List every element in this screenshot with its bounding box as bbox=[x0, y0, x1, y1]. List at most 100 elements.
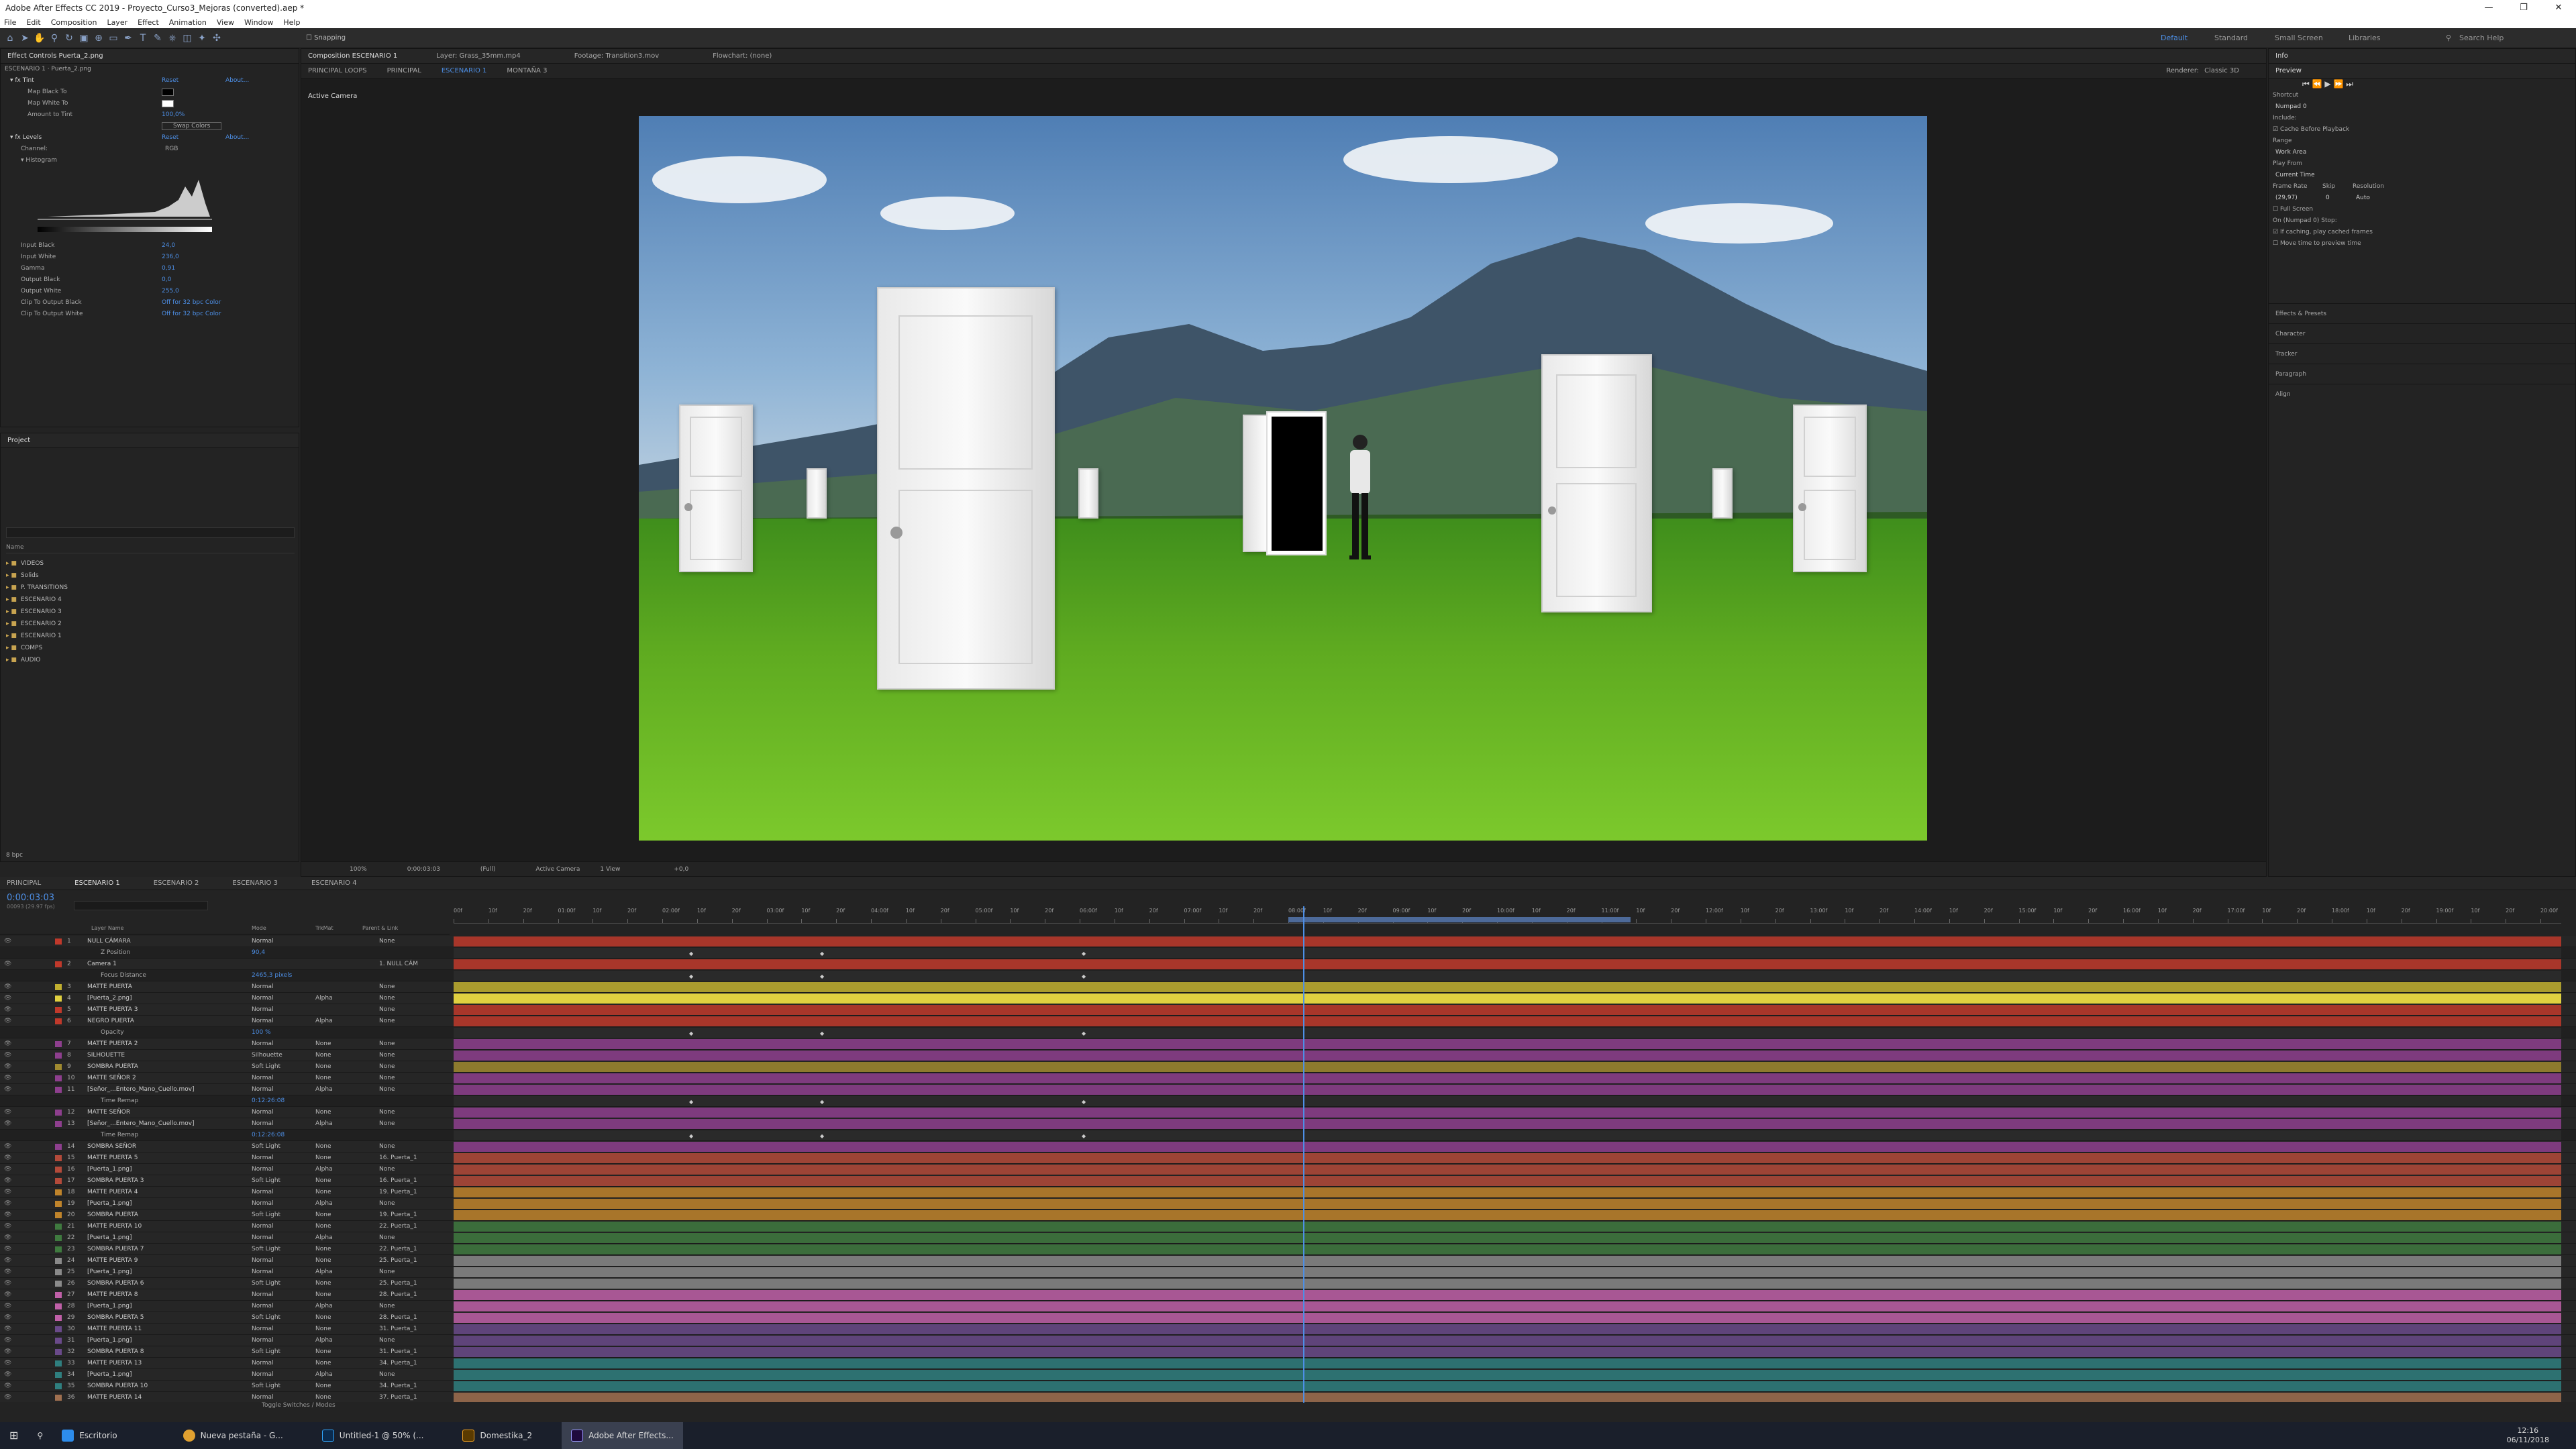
roto-brush-tool-icon[interactable]: ✦ bbox=[196, 32, 208, 44]
layer-parent[interactable]: None bbox=[379, 936, 395, 947]
layer-name[interactable]: MATTE SEÑOR bbox=[87, 1107, 130, 1118]
workspace-small-screen[interactable]: Small Screen bbox=[2275, 34, 2323, 42]
tracker-panel[interactable]: Tracker bbox=[2269, 343, 2575, 364]
visibility-eye-icon[interactable]: 👁 bbox=[4, 1394, 11, 1401]
menu-layer[interactable]: Layer bbox=[107, 18, 127, 27]
layer-duration-bar[interactable] bbox=[454, 1005, 2561, 1015]
layer-row[interactable]: 👁 10 MATTE SEÑOR 2 Normal None None bbox=[0, 1073, 2576, 1084]
layer-mode[interactable]: Normal bbox=[252, 1004, 274, 1016]
visibility-eye-icon[interactable]: 👁 bbox=[4, 1383, 11, 1389]
project-folder[interactable]: ▸ ■ COMPS bbox=[6, 642, 68, 654]
layer-parent[interactable]: None bbox=[379, 981, 395, 993]
project-search-input[interactable] bbox=[6, 527, 295, 538]
layer-trkmat[interactable]: None bbox=[315, 1175, 331, 1187]
layer-duration-bar[interactable] bbox=[454, 1073, 2561, 1083]
label-color-swatch[interactable] bbox=[55, 1178, 62, 1184]
label-color-swatch[interactable] bbox=[55, 1155, 62, 1161]
layer-parent[interactable]: 25. Puerta_1 bbox=[379, 1255, 417, 1267]
visibility-eye-icon[interactable]: 👁 bbox=[4, 1063, 11, 1070]
layer-name[interactable]: SOMBRA PUERTA 5 bbox=[87, 1312, 144, 1324]
layer-name[interactable]: [Puerta_1.png] bbox=[87, 1369, 132, 1381]
project-folder[interactable]: ▸ ■ VIDEOS bbox=[6, 557, 68, 570]
layer-name[interactable]: MATTE PUERTA 2 bbox=[87, 1038, 138, 1050]
layer-row[interactable]: 👁 32 SOMBRA PUERTA 8 Soft Light None 31. Puer… bbox=[0, 1346, 2576, 1358]
last-frame-icon[interactable]: ⏭ bbox=[2346, 79, 2353, 89]
label-color-swatch[interactable] bbox=[55, 1041, 62, 1047]
visibility-eye-icon[interactable]: 👁 bbox=[4, 1086, 11, 1093]
layer-row[interactable]: 👁 23 SOMBRA PUERTA 7 Soft Light None 22. Puer… bbox=[0, 1244, 2576, 1255]
layer-duration-bar[interactable] bbox=[454, 1336, 2561, 1346]
layer-parent[interactable]: 31. Puerta_1 bbox=[379, 1324, 417, 1335]
layer-mode[interactable]: Normal bbox=[252, 1358, 274, 1369]
layer-trkmat[interactable]: Alpha bbox=[315, 1016, 333, 1027]
layer-trkmat[interactable]: None bbox=[315, 1221, 331, 1232]
layer-row[interactable]: 👁 26 SOMBRA PUERTA 6 Soft Light None 25. Puer… bbox=[0, 1278, 2576, 1289]
layer-parent[interactable]: None bbox=[379, 1061, 395, 1073]
rotate-tool-icon[interactable]: ↻ bbox=[63, 32, 75, 44]
property-row[interactable]: Opacity 100 % ◆ ◆ ◆ bbox=[0, 1027, 2576, 1038]
pan-behind-tool-icon[interactable]: ⊕ bbox=[93, 32, 105, 44]
layer-row[interactable]: 👁 28 [Puerta_1.png] Normal Alpha None bbox=[0, 1301, 2576, 1312]
visibility-eye-icon[interactable]: 👁 bbox=[4, 1348, 11, 1355]
layer-parent[interactable]: 22. Puerta_1 bbox=[379, 1221, 417, 1232]
layer-trkmat[interactable]: Alpha bbox=[315, 1164, 333, 1175]
keyframe-icon[interactable]: ◆ bbox=[1082, 1030, 1086, 1036]
layer-duration-bar[interactable] bbox=[454, 1187, 2561, 1197]
effect-controls-tab[interactable]: Effect Controls Puerta_2.png bbox=[1, 49, 299, 64]
project-name-column[interactable]: Name bbox=[6, 544, 295, 553]
restore-icon[interactable]: ❐ bbox=[2506, 0, 2541, 16]
layer-name[interactable]: MATTE PUERTA bbox=[87, 981, 132, 993]
zoom-select[interactable]: 100% bbox=[350, 862, 367, 876]
visibility-eye-icon[interactable]: 👁 bbox=[4, 1212, 11, 1218]
visibility-eye-icon[interactable]: 👁 bbox=[4, 983, 11, 990]
visibility-eye-icon[interactable]: 👁 bbox=[4, 1291, 11, 1298]
first-frame-icon[interactable]: ⏮ bbox=[2302, 79, 2310, 89]
layer-parent[interactable]: None bbox=[379, 1050, 395, 1061]
layer-name[interactable]: SOMBRA PUERTA 7 bbox=[87, 1244, 144, 1255]
layer-duration-bar[interactable] bbox=[454, 1301, 2561, 1311]
workspace-default[interactable]: Default bbox=[2161, 34, 2187, 42]
layer-duration-bar[interactable] bbox=[454, 1381, 2561, 1391]
paragraph-panel[interactable]: Paragraph bbox=[2269, 364, 2575, 384]
visibility-eye-icon[interactable]: 👁 bbox=[4, 1143, 11, 1150]
layer-parent[interactable]: 34. Puerta_1 bbox=[379, 1381, 417, 1392]
levels-prop-value[interactable]: Off for 32 bpc Color bbox=[162, 309, 221, 320]
layer-name[interactable]: SILHOUETTE bbox=[87, 1050, 125, 1061]
visibility-eye-icon[interactable]: 👁 bbox=[4, 1120, 11, 1127]
exposure-value[interactable]: +0,0 bbox=[674, 862, 688, 876]
clone-stamp-tool-icon[interactable]: ⎈ bbox=[166, 32, 178, 44]
layer-duration-bar[interactable] bbox=[454, 1267, 2561, 1277]
layer-duration-bar[interactable] bbox=[454, 1039, 2561, 1049]
layer-parent[interactable]: None bbox=[379, 1016, 395, 1027]
keyframe-icon[interactable]: ◆ bbox=[1082, 951, 1086, 957]
label-color-swatch[interactable] bbox=[55, 938, 62, 945]
snapping-toggle[interactable]: ☐ Snapping bbox=[306, 34, 346, 42]
layer-trkmat[interactable]: Alpha bbox=[315, 1335, 333, 1346]
layer-mode[interactable]: Soft Light bbox=[252, 1061, 280, 1073]
layer-mode[interactable]: 0:12:26:08 bbox=[252, 1130, 285, 1141]
layer-parent[interactable]: None bbox=[379, 1267, 395, 1278]
layer-duration-bar[interactable] bbox=[454, 1199, 2561, 1209]
frame-rate-select[interactable]: (29,97) bbox=[2275, 195, 2298, 201]
layer-duration-bar[interactable] bbox=[454, 1085, 2561, 1095]
view-layout-select[interactable]: 1 View bbox=[600, 862, 620, 876]
label-color-swatch[interactable] bbox=[55, 1167, 62, 1173]
menu-view[interactable]: View bbox=[217, 18, 234, 27]
layer-trkmat[interactable]: None bbox=[315, 1141, 331, 1152]
layer-parent[interactable]: None bbox=[379, 1073, 395, 1084]
layer-name[interactable]: MATTE PUERTA 3 bbox=[87, 1004, 138, 1016]
layer-mode[interactable]: Soft Light bbox=[252, 1346, 280, 1358]
visibility-eye-icon[interactable]: 👁 bbox=[4, 1269, 11, 1275]
layer-trkmat[interactable]: Alpha bbox=[315, 1301, 333, 1312]
layer-parent[interactable]: 28. Puerta_1 bbox=[379, 1312, 417, 1324]
breadcrumb-principal[interactable]: PRINCIPAL bbox=[387, 64, 421, 78]
layer-row[interactable]: 👁 3 MATTE PUERTA Normal None bbox=[0, 981, 2576, 993]
layer-parent[interactable]: None bbox=[379, 1369, 395, 1381]
layer-duration-bar[interactable] bbox=[454, 1358, 2561, 1368]
zoom-tool-icon[interactable]: ⚲ bbox=[48, 32, 60, 44]
layer-row[interactable]: 👁 27 MATTE PUERTA 8 Normal None 28. Puerta_1 bbox=[0, 1289, 2576, 1301]
label-color-swatch[interactable] bbox=[55, 1303, 62, 1309]
layer-trkmat[interactable]: Alpha bbox=[315, 1084, 333, 1095]
layer-parent[interactable]: 19. Puerta_1 bbox=[379, 1210, 417, 1221]
layer-duration-bar[interactable] bbox=[454, 1051, 2561, 1061]
